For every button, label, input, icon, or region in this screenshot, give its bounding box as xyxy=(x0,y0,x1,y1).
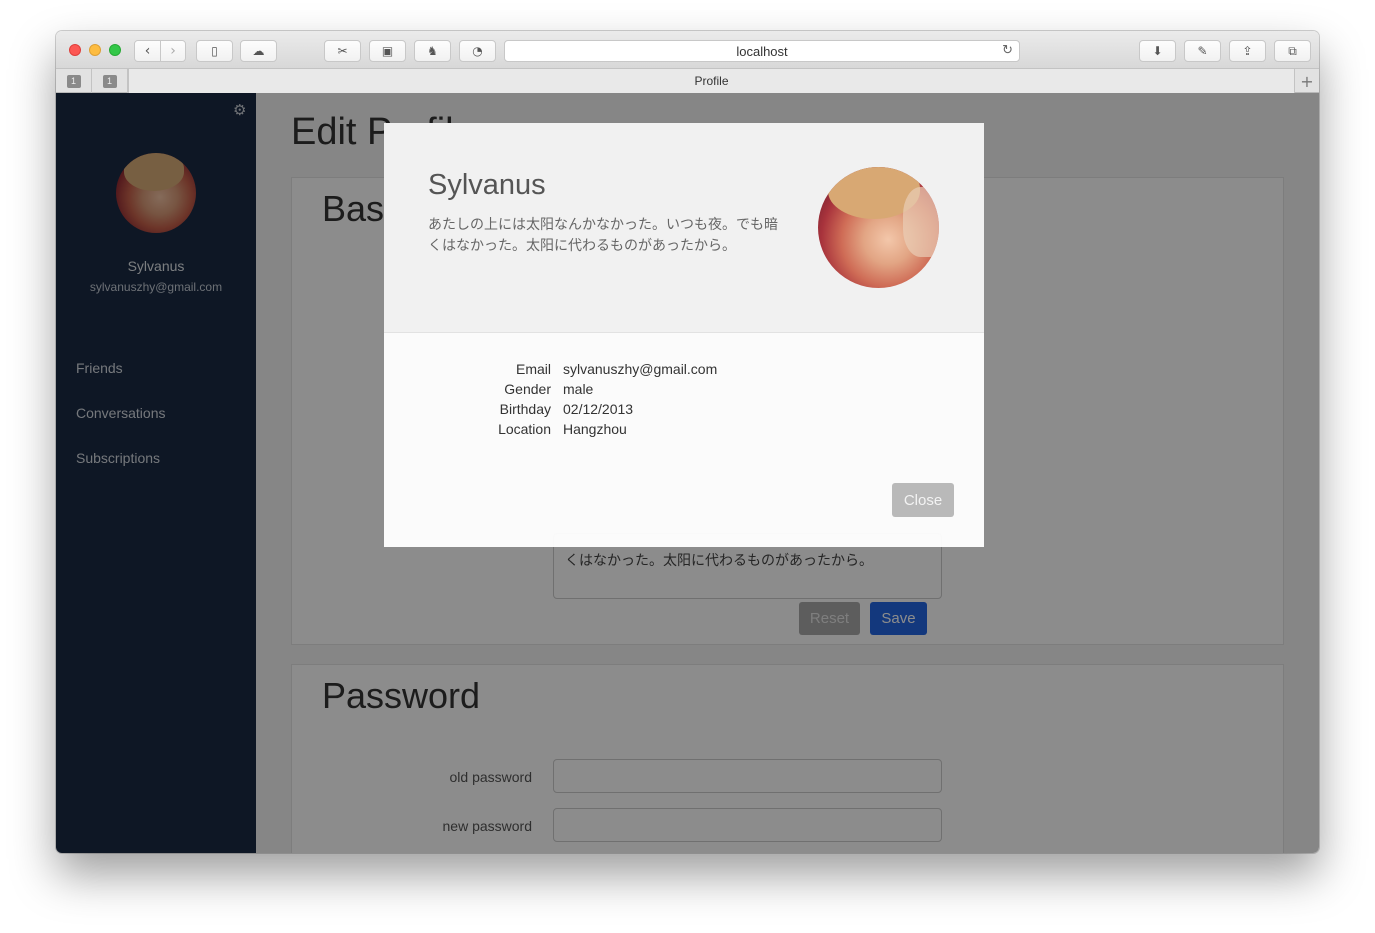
modal-header: Sylvanus あたしの上には太阳なんかなかった。いつも夜。でも暗くはなかった… xyxy=(384,123,984,333)
minimize-window-button[interactable] xyxy=(89,44,101,56)
markup-button[interactable]: ✎ xyxy=(1184,40,1221,62)
download-icon: ⬇ xyxy=(1152,44,1163,58)
address-bar[interactable]: localhost ↻ xyxy=(504,40,1020,62)
info-row-gender: Gender male xyxy=(414,381,814,401)
pencil-icon: ✎ xyxy=(1197,44,1208,58)
extension-button-3[interactable]: ♞ xyxy=(414,40,451,62)
info-key: Email xyxy=(515,361,551,377)
pinned-tab-icon: 1 xyxy=(102,74,117,88)
square-icon: ▣ xyxy=(381,44,394,58)
new-tab-button[interactable]: + xyxy=(1295,69,1319,93)
info-key: Location xyxy=(498,421,551,437)
reload-icon[interactable]: ↻ xyxy=(1002,43,1013,58)
tab-title: Profile xyxy=(694,74,729,88)
scissors-icon: ✂ xyxy=(337,44,348,58)
avatar xyxy=(818,167,939,288)
modal-user-bio: あたしの上には太阳なんかなかった。いつも夜。でも暗くはなかった。太阳に代わるもの… xyxy=(428,217,778,254)
tab-profile[interactable]: Profile xyxy=(128,69,1295,93)
info-value: 02/12/2013 xyxy=(563,401,634,417)
pinned-tab-icon: 1 xyxy=(66,74,81,88)
elephant-icon: ♞ xyxy=(427,44,438,58)
browser-window: ‹ › ▯ ☁ ✂ ▣ ♞ ◔ localhost ↻ ⬇ ✎ ⇪ ⧉ 1 1 … xyxy=(56,31,1319,853)
info-value: sylvanuszhy@gmail.com xyxy=(563,361,718,377)
info-value: male xyxy=(563,381,594,397)
share-button[interactable]: ⇪ xyxy=(1229,40,1266,62)
info-row-birthday: Birthday 02/12/2013 xyxy=(414,401,814,421)
sidebar-toggle-button[interactable]: ▯ xyxy=(196,40,233,62)
info-value: Hangzhou xyxy=(563,421,627,437)
pinned-tab-1[interactable]: 1 xyxy=(56,69,92,93)
extension-button-4[interactable]: ◔ xyxy=(459,40,496,62)
info-key: Birthday xyxy=(499,401,551,417)
icloud-tabs-button[interactable]: ☁ xyxy=(240,40,277,62)
cloud-icon: ☁ xyxy=(252,44,265,58)
info-row-location: Location Hangzhou xyxy=(414,421,814,441)
history-nav: ‹ › xyxy=(134,40,186,62)
clock-icon: ◔ xyxy=(472,44,483,58)
info-key: Gender xyxy=(504,381,551,397)
extension-button-2[interactable]: ▣ xyxy=(369,40,406,62)
share-icon: ⇪ xyxy=(1242,44,1253,58)
pinned-tab-2[interactable]: 1 xyxy=(92,69,128,93)
tabs-icon: ⧉ xyxy=(1288,43,1297,58)
address-text: localhost xyxy=(736,43,788,59)
sidebar-icon: ▯ xyxy=(211,44,218,58)
back-icon[interactable]: ‹ xyxy=(135,41,160,61)
browser-toolbar: ‹ › ▯ ☁ ✂ ▣ ♞ ◔ localhost ↻ ⬇ ✎ ⇪ ⧉ xyxy=(56,31,1319,69)
close-button[interactable]: Close xyxy=(892,483,954,517)
close-window-button[interactable] xyxy=(69,44,81,56)
page-content: ⚙ Sylvanus sylvanuszhy@gmail.com Friends… xyxy=(56,93,1319,853)
forward-icon[interactable]: › xyxy=(160,41,185,61)
tab-bar: 1 1 Profile + xyxy=(56,69,1319,93)
downloads-button[interactable]: ⬇ xyxy=(1139,40,1176,62)
profile-modal: Sylvanus あたしの上には太阳なんかなかった。いつも夜。でも暗くはなかった… xyxy=(384,123,984,547)
modal-user-name: Sylvanus xyxy=(428,169,546,201)
tabs-overview-button[interactable]: ⧉ xyxy=(1274,40,1311,62)
fullscreen-window-button[interactable] xyxy=(109,44,121,56)
info-row-email: Email sylvanuszhy@gmail.com xyxy=(414,361,814,381)
extension-button-1[interactable]: ✂ xyxy=(324,40,361,62)
